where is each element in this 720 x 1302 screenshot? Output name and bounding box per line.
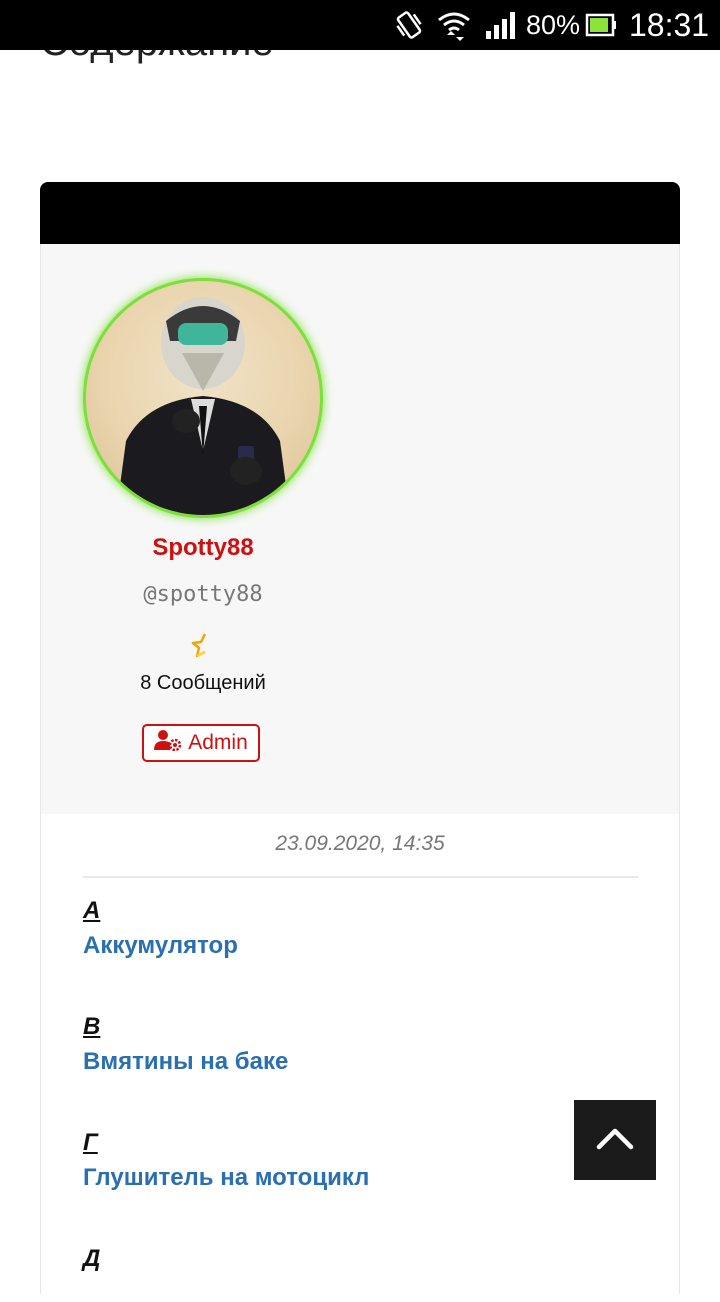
vibrate-icon xyxy=(392,0,426,50)
user-cog-icon xyxy=(154,729,182,757)
author-panel: Spotty88 @spotty88 8 Сообщений Admin xyxy=(40,244,680,815)
letter-heading: В xyxy=(83,1013,101,1040)
role-badge[interactable]: Admin xyxy=(142,724,260,762)
clock: 18:31 xyxy=(629,6,710,43)
author-post-count: 8 Сообщений xyxy=(140,672,266,694)
letter-section: Г Глушитель на мотоцикл xyxy=(83,1126,369,1196)
chevron-up-icon xyxy=(595,1125,635,1156)
letter-section: А Аккумулятор xyxy=(83,894,238,964)
author-name[interactable]: Spotty88 xyxy=(41,534,365,562)
letter-section: Д xyxy=(83,1242,100,1276)
back-to-top-button[interactable] xyxy=(574,1100,656,1180)
role-label: Admin xyxy=(188,731,248,754)
article-link[interactable]: Вмятины на баке xyxy=(83,1044,288,1080)
post-date: 23.09.2020, 14:35 xyxy=(275,832,445,855)
status-bar: 80% 18:31 xyxy=(0,0,720,50)
battery-percent: 80% xyxy=(526,9,581,40)
author-handle: @spotty88 xyxy=(143,582,263,607)
wifi-icon xyxy=(436,0,472,50)
letter-heading: Г xyxy=(83,1129,98,1156)
letter-heading: А xyxy=(83,897,101,924)
rank-star-icon xyxy=(185,628,221,664)
battery-icon xyxy=(585,0,617,50)
article-link[interactable]: Глушитель на мотоцикл xyxy=(83,1160,369,1196)
divider xyxy=(83,876,639,878)
letter-heading: Д xyxy=(83,1245,101,1272)
avatar[interactable] xyxy=(86,281,320,515)
post-card-header xyxy=(40,182,680,244)
letter-section: В Вмятины на баке xyxy=(83,1010,288,1080)
avatar-ring[interactable] xyxy=(83,278,323,518)
post-body: 23.09.2020, 14:35 А Аккумулятор В Вмятин… xyxy=(40,814,680,1294)
signal-icon xyxy=(484,0,518,50)
article-link[interactable]: Аккумулятор xyxy=(83,928,238,964)
